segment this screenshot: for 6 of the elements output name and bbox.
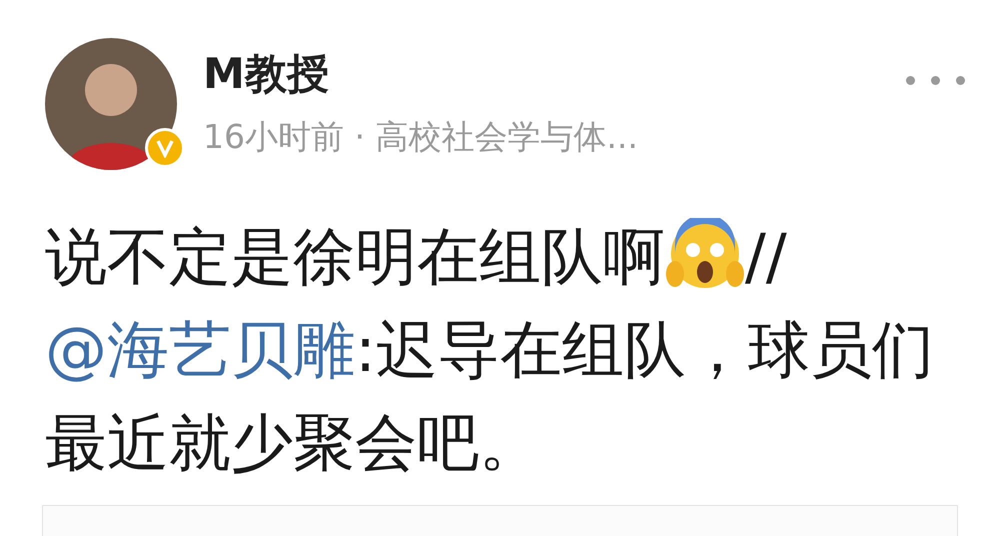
mention-link[interactable]: @海艺贝雕 xyxy=(45,313,355,386)
screaming-face-icon xyxy=(665,218,745,290)
more-icon[interactable] xyxy=(906,76,965,85)
post-meta: 16小时前 · 高校社会学与体... xyxy=(203,116,639,158)
post-text: 说不定是徐明在组队啊 // @海艺贝雕:迟导在组队，球员们最近就少聚会吧。 xyxy=(44,217,935,481)
author-name[interactable]: M教授 xyxy=(203,44,906,104)
